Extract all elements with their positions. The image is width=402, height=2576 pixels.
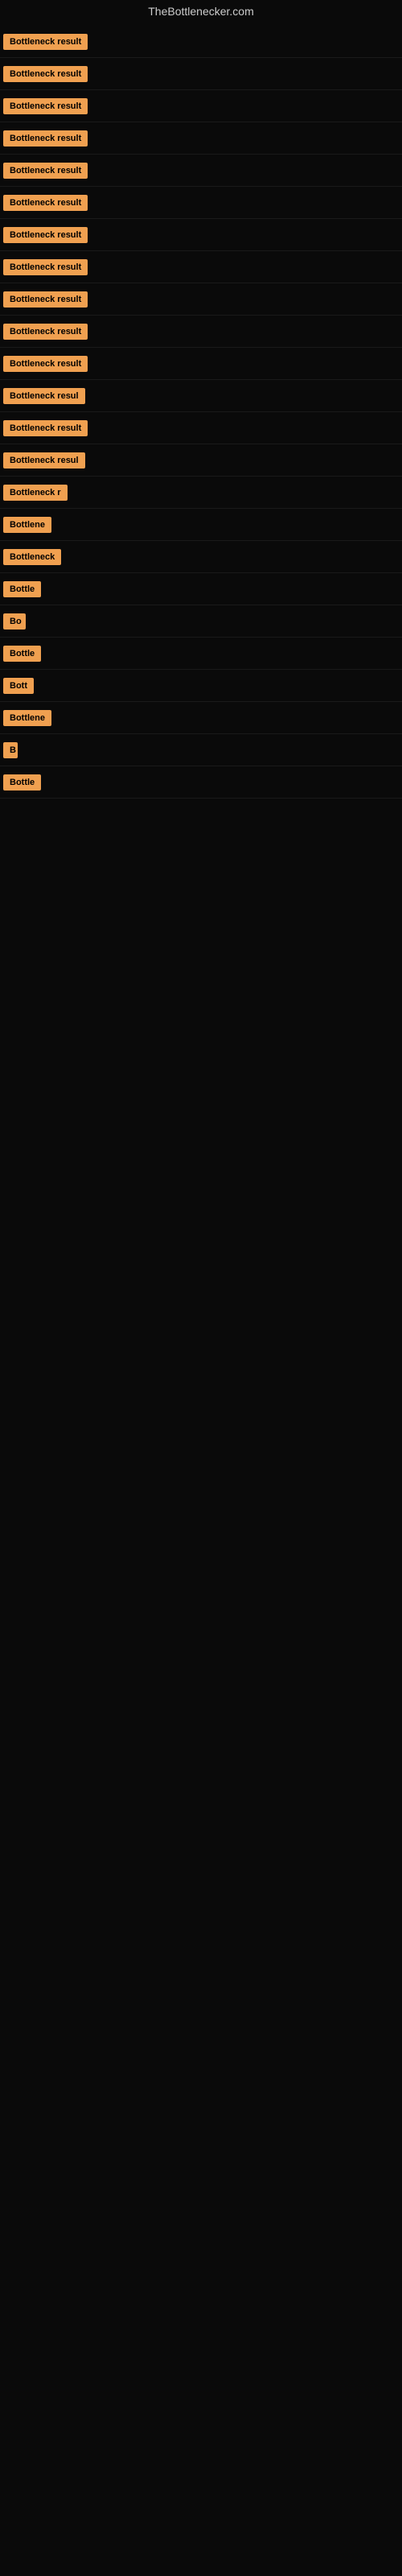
bottleneck-result-badge[interactable]: Bottleneck resul <box>3 452 85 469</box>
list-item: Bottleneck result <box>0 316 402 348</box>
bottleneck-result-badge[interactable]: Bottleneck result <box>3 66 88 82</box>
list-item: Bottleneck r <box>0 477 402 509</box>
list-item: Bott <box>0 670 402 702</box>
list-item: Bo <box>0 605 402 638</box>
list-item: Bottleneck result <box>0 26 402 58</box>
list-item: Bottleneck result <box>0 90 402 122</box>
bottleneck-result-badge[interactable]: Bottleneck result <box>3 130 88 147</box>
list-item: Bottleneck result <box>0 219 402 251</box>
site-title: TheBottlenecker.com <box>0 0 402 26</box>
bottleneck-result-badge[interactable]: Bottlene <box>3 710 51 726</box>
bottleneck-result-badge[interactable]: Bottleneck resul <box>3 388 85 404</box>
list-item: Bottleneck result <box>0 251 402 283</box>
bottleneck-result-badge[interactable]: Bottleneck result <box>3 98 88 114</box>
bottleneck-result-badge[interactable]: Bottleneck result <box>3 356 88 372</box>
list-item: Bottlene <box>0 509 402 541</box>
list-item: Bottleneck resul <box>0 444 402 477</box>
list-item: Bottleneck result <box>0 155 402 187</box>
bottleneck-result-badge[interactable]: Bottleneck result <box>3 291 88 308</box>
bottleneck-result-badge[interactable]: Bottleneck result <box>3 227 88 243</box>
bottleneck-result-badge[interactable]: Bottleneck result <box>3 259 88 275</box>
list-item: Bottle <box>0 766 402 799</box>
bottleneck-result-badge[interactable]: Bottle <box>3 646 41 662</box>
list-item: Bottleneck result <box>0 58 402 90</box>
bottleneck-result-badge[interactable]: Bottleneck result <box>3 34 88 50</box>
list-item: Bottleneck result <box>0 122 402 155</box>
bottleneck-result-badge[interactable]: B <box>3 742 18 758</box>
list-item: Bottleneck result <box>0 187 402 219</box>
bottleneck-result-badge[interactable]: Bottleneck result <box>3 163 88 179</box>
list-item: Bottleneck result <box>0 283 402 316</box>
list-item: Bottleneck result <box>0 412 402 444</box>
bottleneck-result-badge[interactable]: Bottleneck result <box>3 195 88 211</box>
bottleneck-result-badge[interactable]: Bottleneck <box>3 549 61 565</box>
bottleneck-result-badge[interactable]: Bottleneck r <box>3 485 68 501</box>
bottleneck-result-badge[interactable]: Bottleneck result <box>3 324 88 340</box>
bottleneck-result-badge[interactable]: Bottleneck result <box>3 420 88 436</box>
list-item: Bottleneck resul <box>0 380 402 412</box>
list-item: Bottleneck <box>0 541 402 573</box>
list-item: B <box>0 734 402 766</box>
list-item: Bottlene <box>0 702 402 734</box>
list-item: Bottleneck result <box>0 348 402 380</box>
bottleneck-result-badge[interactable]: Bo <box>3 613 26 630</box>
bottleneck-result-badge[interactable]: Bott <box>3 678 34 694</box>
bottleneck-result-badge[interactable]: Bottle <box>3 774 41 791</box>
list-item: Bottle <box>0 573 402 605</box>
bottleneck-result-badge[interactable]: Bottle <box>3 581 41 597</box>
list-item: Bottle <box>0 638 402 670</box>
bottleneck-result-badge[interactable]: Bottlene <box>3 517 51 533</box>
